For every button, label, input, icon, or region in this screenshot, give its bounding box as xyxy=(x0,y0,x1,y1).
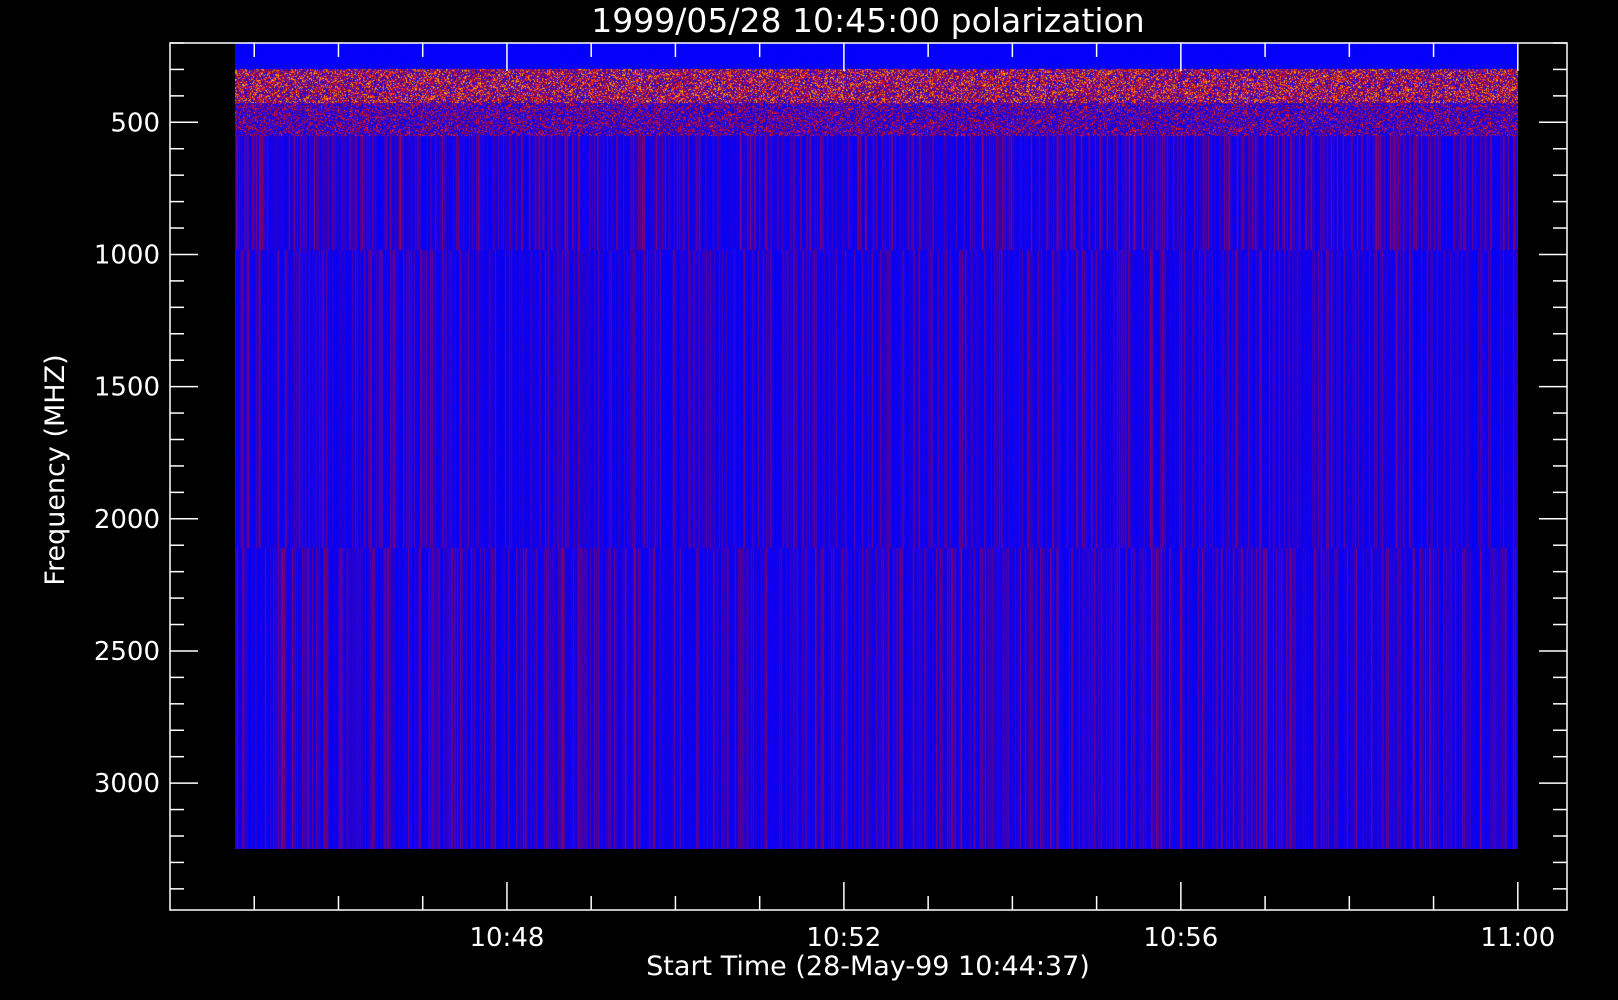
spectrogram-image xyxy=(235,43,1518,849)
x-tick-label: 10:56 xyxy=(1143,923,1218,953)
spectrogram-chart: 500 1000 1500 2000 2500 3000 10:48 10:52 10:56 11… xyxy=(40,1,1568,982)
chart-title: 1999/05/28 10:45:00 polarization xyxy=(591,1,1144,40)
y-axis-label: Frequency (MHZ) xyxy=(40,354,71,585)
y-tick-label: 2000 xyxy=(94,505,160,535)
y-tick-label: 1500 xyxy=(94,373,160,403)
y-tick-label: 1000 xyxy=(94,240,160,270)
y-tick-label: 3000 xyxy=(94,769,160,799)
x-tick-label: 10:52 xyxy=(806,923,881,953)
y-tick-label: 500 xyxy=(110,108,160,138)
spectrogram-raster xyxy=(235,43,1518,849)
x-tick-label: 10:48 xyxy=(469,923,544,953)
x-axis-label: Start Time (28-May-99 10:44:37) xyxy=(646,951,1090,982)
x-tick-label: 11:00 xyxy=(1480,923,1555,953)
y-tick-label: 2500 xyxy=(94,637,160,667)
